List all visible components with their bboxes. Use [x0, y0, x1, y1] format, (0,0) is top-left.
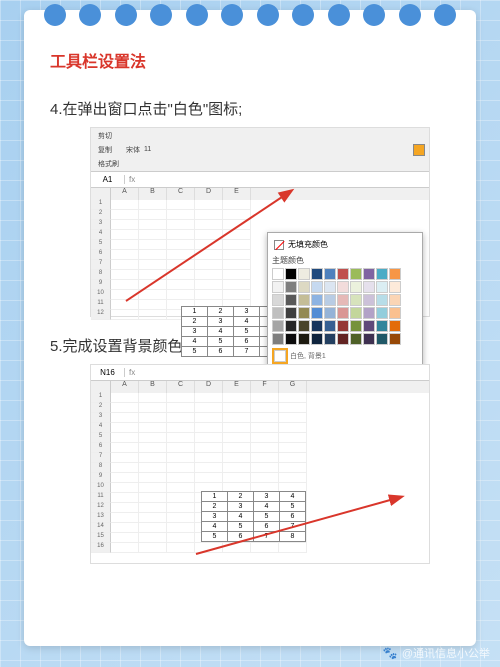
step-4-text: 4.在弹出窗口点击"白色"图标; — [50, 98, 450, 119]
col-header[interactable]: E — [223, 188, 251, 200]
fill-color-icon[interactable] — [413, 144, 425, 156]
color-swatch[interactable] — [376, 320, 388, 332]
color-swatch[interactable] — [311, 333, 323, 345]
color-swatch[interactable] — [376, 307, 388, 319]
color-swatch[interactable] — [285, 333, 297, 345]
spiral-binding — [44, 4, 456, 26]
color-swatch[interactable] — [337, 294, 349, 306]
color-swatch[interactable] — [324, 294, 336, 306]
color-swatch[interactable] — [285, 320, 297, 332]
color-swatch[interactable] — [337, 333, 349, 345]
color-swatch[interactable] — [376, 268, 388, 280]
excel-ribbon: 剪切 复制 格式刷 宋体 11 — [91, 128, 429, 172]
col-header[interactable]: D — [195, 381, 223, 393]
color-swatch[interactable] — [298, 307, 310, 319]
color-swatch[interactable] — [363, 320, 375, 332]
col-header[interactable]: A — [111, 381, 139, 393]
formula-bar: N16 fx — [91, 365, 429, 381]
col-header[interactable]: C — [167, 381, 195, 393]
color-swatch[interactable] — [324, 281, 336, 293]
color-swatch[interactable] — [298, 268, 310, 280]
color-swatch[interactable] — [389, 294, 401, 306]
color-swatch[interactable] — [272, 281, 284, 293]
white-swatch[interactable] — [274, 350, 286, 362]
color-swatch[interactable] — [389, 281, 401, 293]
color-swatch[interactable] — [311, 268, 323, 280]
no-fill-icon — [274, 240, 284, 250]
color-swatch[interactable] — [363, 333, 375, 345]
color-swatch[interactable] — [376, 281, 388, 293]
paw-icon: 🐾 — [383, 646, 398, 660]
color-swatch[interactable] — [285, 294, 297, 306]
color-swatch[interactable] — [376, 333, 388, 345]
color-swatch[interactable] — [337, 307, 349, 319]
screenshot-step4: 剪切 复制 格式刷 宋体 11 A1 fx A B C D — [90, 127, 430, 317]
color-swatch[interactable] — [350, 307, 362, 319]
color-swatch[interactable] — [298, 281, 310, 293]
paper-card: 工具栏设置法 4.在弹出窗口点击"白色"图标; 剪切 复制 格式刷 宋体 11 … — [24, 10, 476, 646]
fx-label: fx — [125, 175, 139, 184]
color-swatch[interactable] — [389, 333, 401, 345]
watermark: 🐾 @通讯信息小公举 — [383, 645, 490, 661]
formula-bar: A1 fx — [91, 172, 429, 188]
color-swatch[interactable] — [363, 281, 375, 293]
color-swatch[interactable] — [350, 333, 362, 345]
font-size[interactable]: 11 — [144, 146, 151, 153]
theme-colors-label: 主题颜色 — [272, 255, 418, 266]
col-header[interactable]: C — [167, 188, 195, 200]
col-header[interactable]: B — [139, 188, 167, 200]
copy-button[interactable]: 复制 — [95, 144, 122, 156]
cut-button[interactable]: 剪切 — [95, 130, 122, 142]
col-header[interactable]: B — [139, 381, 167, 393]
color-swatch[interactable] — [298, 320, 310, 332]
color-swatch[interactable] — [272, 320, 284, 332]
no-fill-option[interactable]: 无填充颜色 — [272, 237, 418, 252]
color-swatch[interactable] — [298, 294, 310, 306]
color-swatch[interactable] — [285, 281, 297, 293]
color-swatch[interactable] — [337, 281, 349, 293]
color-swatch[interactable] — [376, 294, 388, 306]
color-swatch[interactable] — [272, 294, 284, 306]
col-header[interactable]: A — [111, 188, 139, 200]
color-swatch[interactable] — [298, 333, 310, 345]
color-swatch[interactable] — [324, 268, 336, 280]
color-swatch[interactable] — [285, 307, 297, 319]
page-title: 工具栏设置法 — [50, 48, 450, 72]
format-painter-button[interactable]: 格式刷 — [95, 158, 122, 170]
screenshot-step5: N16 fx A B C D E F G 1234567891011121314… — [90, 364, 430, 564]
color-swatch[interactable] — [311, 307, 323, 319]
color-swatch[interactable] — [350, 294, 362, 306]
color-swatch[interactable] — [389, 268, 401, 280]
name-box[interactable]: A1 — [91, 175, 125, 184]
color-swatch[interactable] — [272, 333, 284, 345]
color-swatch[interactable] — [324, 333, 336, 345]
color-swatch[interactable] — [350, 268, 362, 280]
color-swatch[interactable] — [311, 294, 323, 306]
color-swatch[interactable] — [337, 268, 349, 280]
color-swatch[interactable] — [324, 320, 336, 332]
data-table: 12342345345645675678 — [201, 491, 306, 542]
color-swatch[interactable] — [363, 294, 375, 306]
color-swatch[interactable] — [272, 268, 284, 280]
col-header[interactable]: E — [223, 381, 251, 393]
col-header[interactable]: F — [251, 381, 279, 393]
font-name[interactable]: 宋体 — [126, 145, 140, 155]
color-swatch[interactable] — [272, 307, 284, 319]
color-swatch[interactable] — [324, 307, 336, 319]
color-swatch[interactable] — [389, 307, 401, 319]
color-swatch[interactable] — [311, 320, 323, 332]
col-header[interactable]: D — [195, 188, 223, 200]
col-header[interactable]: G — [279, 381, 307, 393]
color-swatch[interactable] — [350, 281, 362, 293]
name-box[interactable]: N16 — [91, 368, 125, 377]
color-swatch[interactable] — [389, 320, 401, 332]
fx-label: fx — [125, 368, 139, 377]
white-bg-label: 白色, 背景1 — [290, 351, 326, 361]
color-swatch[interactable] — [285, 268, 297, 280]
color-swatch[interactable] — [337, 320, 349, 332]
color-swatch[interactable] — [311, 281, 323, 293]
color-swatch[interactable] — [363, 307, 375, 319]
color-swatch[interactable] — [363, 268, 375, 280]
color-swatch[interactable] — [350, 320, 362, 332]
